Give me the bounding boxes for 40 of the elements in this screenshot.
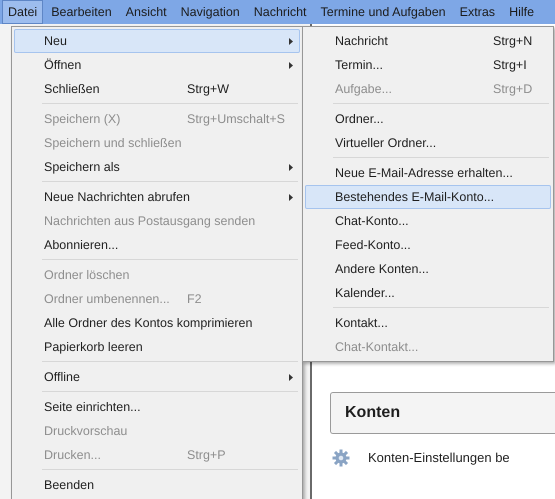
settings-link[interactable]: Konten-Einstellungen be xyxy=(368,448,510,468)
shortcut-text: F2 xyxy=(187,290,202,308)
menu-bar-item[interactable]: Nachricht xyxy=(248,0,313,24)
menu-bar-item[interactable]: Extras xyxy=(454,0,502,24)
menu-item[interactable]: Nachricht Strg+N xyxy=(305,29,551,53)
menu-bar-item[interactable]: Bearbeiten xyxy=(45,0,118,24)
menu-bar-item[interactable]: Termine und Aufgaben xyxy=(314,0,452,24)
menu-item[interactable]: Neue E-Mail-Adresse erhalten... xyxy=(305,161,551,185)
menu-item[interactable]: Neue Nachrichten abrufen xyxy=(14,185,300,209)
menu-item[interactable]: Papierkorb leeren xyxy=(14,335,300,359)
section-header: Konten xyxy=(330,392,555,434)
menu-item[interactable]: Seite einrichten... xyxy=(14,395,300,419)
menu-item[interactable]: Offline xyxy=(14,365,300,389)
menu-item[interactable]: Kalender... xyxy=(305,281,551,305)
menu-item[interactable]: Öffnen xyxy=(14,53,300,77)
menu-item[interactable]: Speichern als xyxy=(14,155,300,179)
menu-bar-item[interactable]: Navigation xyxy=(174,0,246,24)
menu-item[interactable]: Schließen Strg+W xyxy=(14,77,300,101)
menu-item[interactable]: Bestehendes E-Mail-Konto... xyxy=(305,185,551,209)
menu-item[interactable]: Abonnieren... xyxy=(14,233,300,257)
menu-item[interactable]: Virtueller Ordner... xyxy=(305,131,551,155)
menu-item[interactable]: Neu xyxy=(14,29,300,53)
shortcut-text: Strg+Umschalt+S xyxy=(187,110,285,128)
menu-item[interactable]: Chat-Konto... xyxy=(305,209,551,233)
shortcut-text: Strg+N xyxy=(493,32,532,50)
menu-item[interactable]: Alle Ordner des Kontos komprimieren xyxy=(14,311,300,335)
menu-bar-item[interactable]: Datei xyxy=(2,0,44,24)
menu-item[interactable]: Feed-Konto... xyxy=(305,233,551,257)
shortcut-text: Strg+I xyxy=(493,56,527,74)
gear-icon xyxy=(332,448,350,467)
menu-item[interactable]: Beenden xyxy=(14,473,300,497)
menu-item[interactable]: Andere Konten... xyxy=(305,257,551,281)
menu-item[interactable]: Kontakt... xyxy=(305,311,551,335)
shortcut-text: Strg+W xyxy=(187,80,230,98)
menu-item[interactable]: Ordner... xyxy=(305,107,551,131)
menu-bar-item[interactable]: Hilfe xyxy=(503,0,540,24)
menu-item[interactable]: Termin... Strg+I xyxy=(305,53,551,77)
shortcut-text: Strg+D xyxy=(493,80,532,98)
shortcut-text: Strg+P xyxy=(187,446,226,464)
menu-bar-item[interactable]: Ansicht xyxy=(120,0,173,24)
